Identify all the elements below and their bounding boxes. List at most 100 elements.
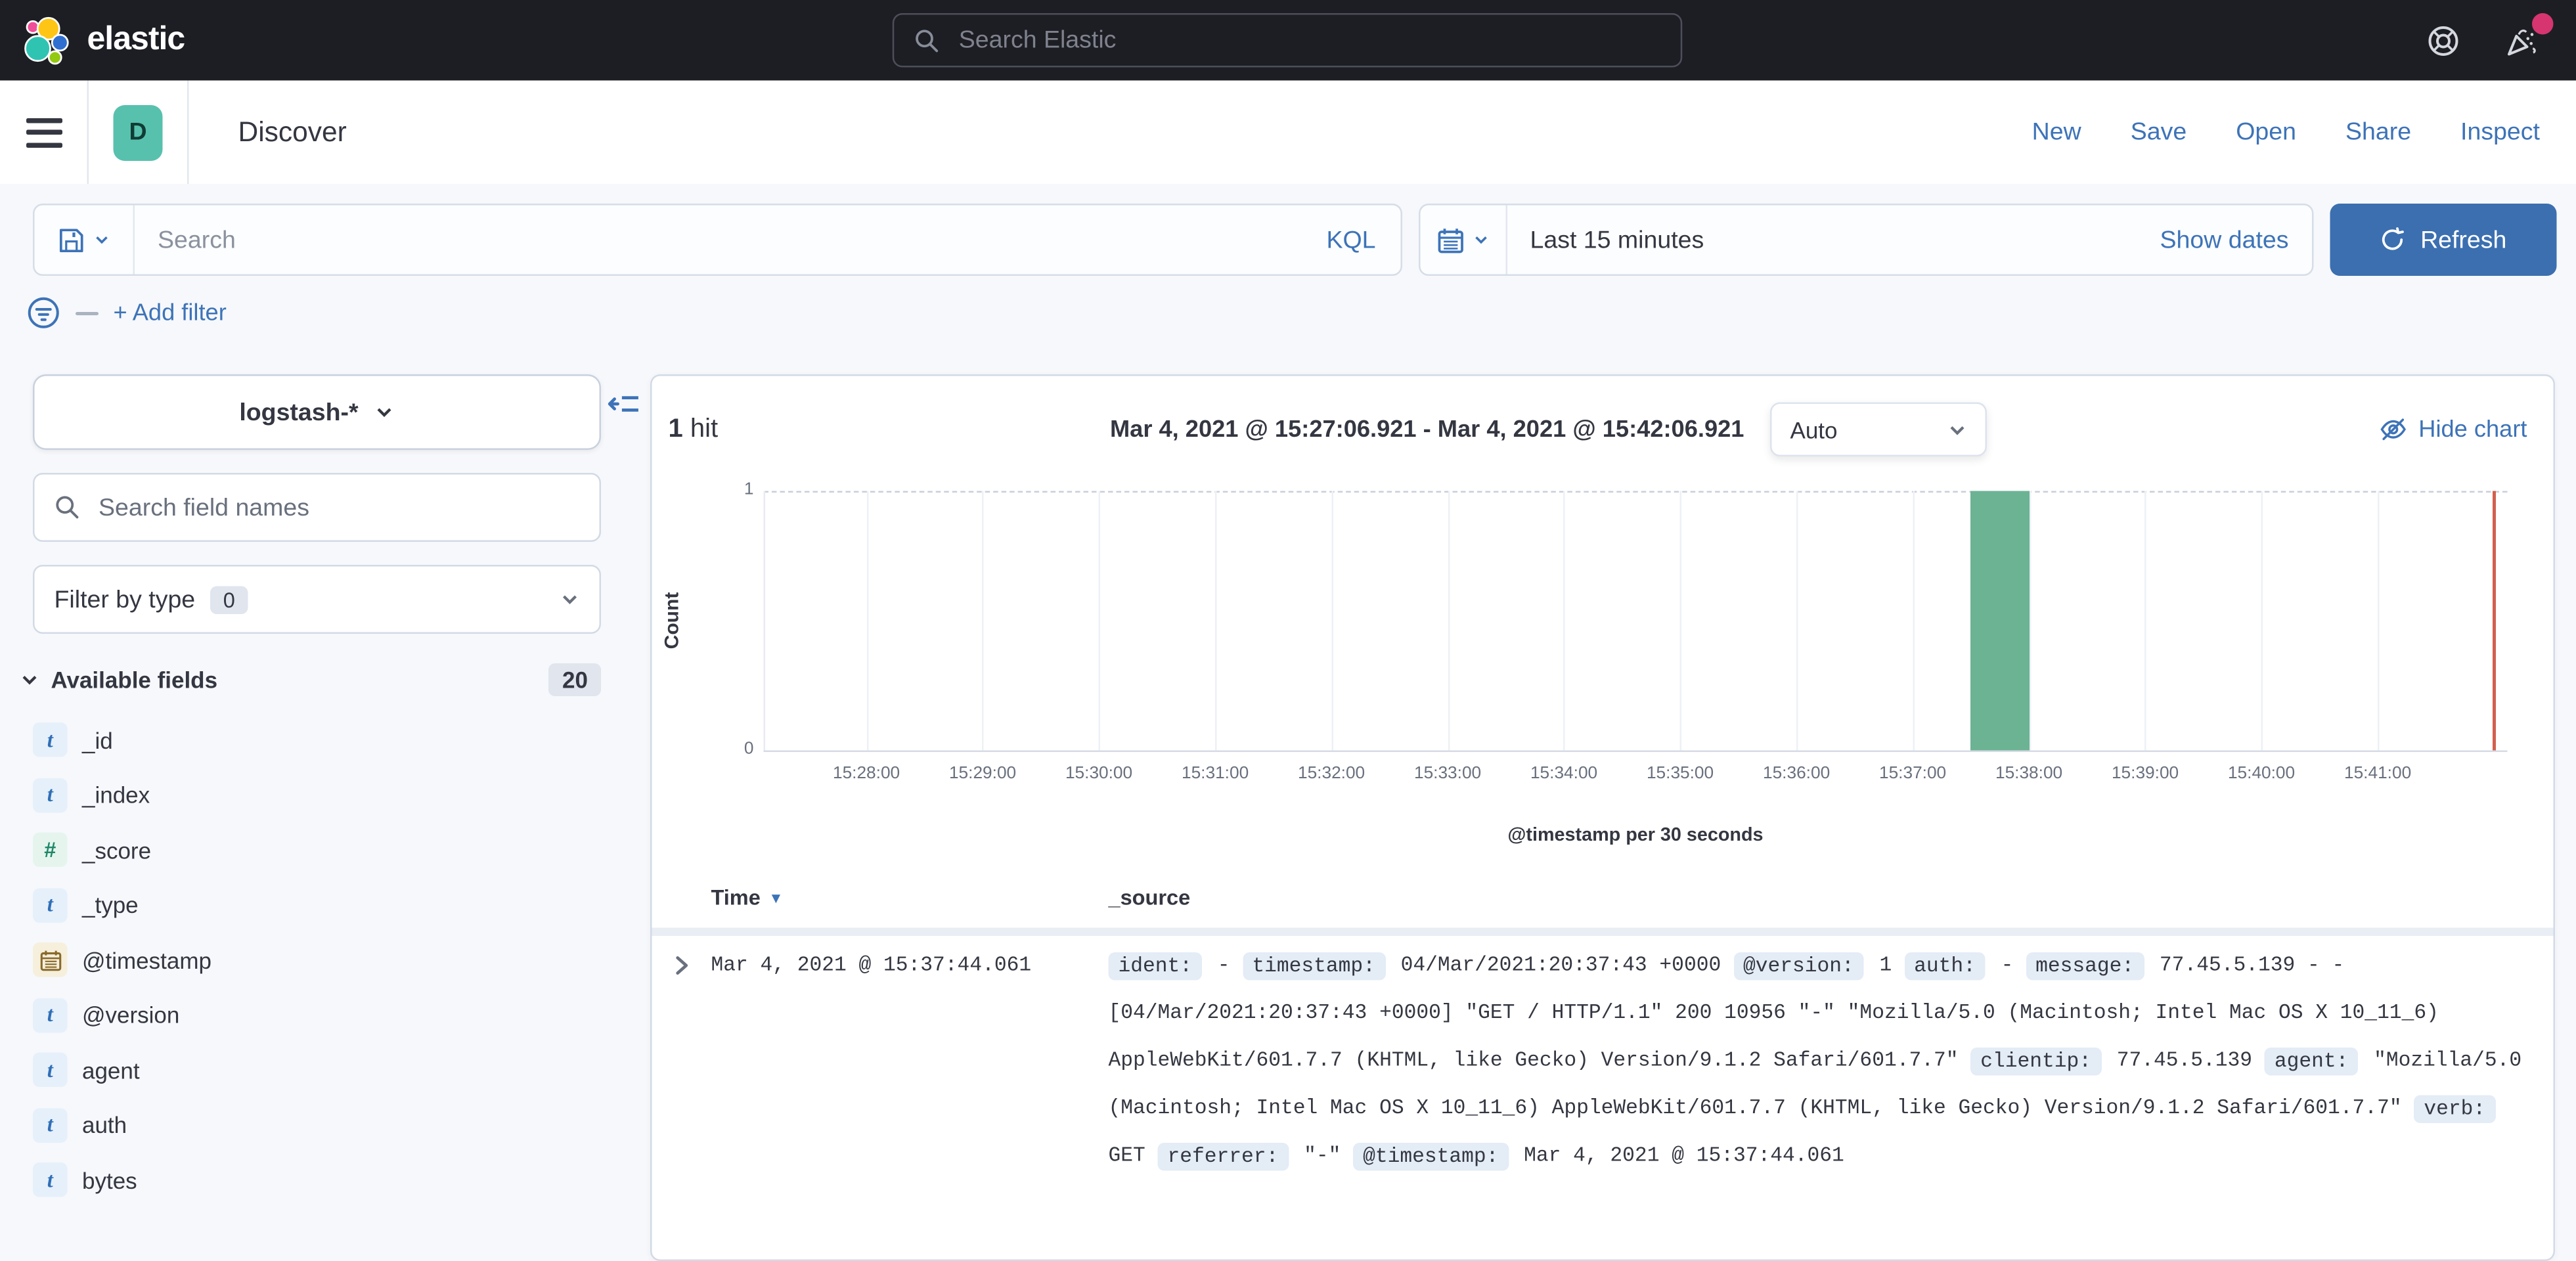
number-field-type-icon: # <box>33 833 68 868</box>
x-tick-label: 15:41:00 <box>2344 764 2411 784</box>
string-field-type-icon: t <box>33 1163 68 1198</box>
chevron-down-icon <box>1947 420 1967 439</box>
menu-icon[interactable] <box>26 118 62 147</box>
nav-action-save[interactable]: Save <box>2131 118 2187 146</box>
source-field-name: @version: <box>1733 952 1864 980</box>
search-icon <box>55 495 81 521</box>
filter-icon[interactable] <box>26 296 61 330</box>
field-list: t_idt_index#_scoret_type@timestampt@vers… <box>0 713 644 1208</box>
show-dates-button[interactable]: Show dates <box>2160 226 2312 254</box>
x-tick-label: 15:31:00 <box>1182 764 1249 784</box>
column-header-time[interactable]: Time ▼ <box>711 885 784 910</box>
available-fields-header[interactable]: Available fields 20 <box>20 663 601 696</box>
gridline <box>2261 491 2263 751</box>
newsfeed-icon[interactable] <box>2504 22 2540 58</box>
field-search-input[interactable] <box>95 492 580 523</box>
field-item-auth[interactable]: tauth <box>0 1097 644 1153</box>
field-name: @timestamp <box>82 947 211 973</box>
nav-action-open[interactable]: Open <box>2236 118 2296 146</box>
source-field-name: ident: <box>1109 952 1203 980</box>
chevron-down-icon <box>560 590 580 609</box>
global-search-box[interactable] <box>893 13 1683 68</box>
gridline <box>1331 491 1333 751</box>
index-pattern-switcher[interactable]: logstash-* <box>33 374 601 450</box>
hits-label: hit <box>690 414 718 443</box>
source-field-name: agent: <box>2265 1047 2359 1075</box>
field-item-_type[interactable]: t_type <box>0 877 644 933</box>
column-header-source: _source <box>1109 885 1191 910</box>
field-item-_index[interactable]: t_index <box>0 768 644 823</box>
date-quick-menu-button[interactable] <box>1420 206 1507 275</box>
sort-descending-icon: ▼ <box>768 889 783 906</box>
query-bar: KQL Last 15 minutes Show dates <box>0 184 2576 276</box>
field-item-bytes[interactable]: tbytes <box>0 1153 644 1208</box>
nav-action-new[interactable]: New <box>2032 118 2081 146</box>
x-tick-label: 15:36:00 <box>1763 764 1830 784</box>
gridline <box>1448 491 1450 751</box>
chevron-down-icon <box>20 670 39 690</box>
field-item-agent[interactable]: tagent <box>0 1043 644 1098</box>
field-name: _id <box>82 727 113 753</box>
chart-y-axis-title: Count <box>660 571 683 670</box>
x-axis-line <box>764 751 2508 753</box>
histogram-bar[interactable] <box>1971 491 2029 751</box>
source-field-name: @timestamp: <box>1353 1142 1508 1170</box>
x-tick-label: 15:38:00 <box>1995 764 2062 784</box>
field-item-_score[interactable]: #_score <box>0 823 644 878</box>
field-search-box[interactable] <box>33 473 601 542</box>
saved-query-menu-button[interactable] <box>35 206 135 275</box>
filter-bar: + Add filter <box>0 276 2576 343</box>
collapse-sidebar-icon[interactable] <box>608 387 640 429</box>
field-item-_id[interactable]: t _id <box>0 713 644 768</box>
gridline <box>2145 491 2147 751</box>
gridline-top <box>764 491 2508 493</box>
gridline <box>1680 491 1682 751</box>
elastic-logo[interactable]: elastic <box>0 16 185 65</box>
query-input-group: KQL <box>33 204 1402 276</box>
query-search-input[interactable] <box>135 224 1302 255</box>
y-tick-label: 1 <box>728 479 754 499</box>
elastic-wordmark: elastic <box>87 22 185 60</box>
field-item-@version[interactable]: t@version <box>0 988 644 1043</box>
add-filter-button[interactable]: + Add filter <box>114 299 227 326</box>
string-field-type-icon: t <box>33 723 68 758</box>
kibana-discover-app: elastic <box>0 0 2576 1206</box>
expand-row-button[interactable] <box>670 954 693 986</box>
field-item-@timestamp[interactable]: @timestamp <box>0 933 644 988</box>
field-name: _type <box>82 892 139 918</box>
notification-dot <box>2531 12 2553 34</box>
x-tick-label: 15:39:00 <box>2112 764 2179 784</box>
nav-action-share[interactable]: Share <box>2345 118 2411 146</box>
x-tick-label: 15:30:00 <box>1065 764 1132 784</box>
hide-chart-button[interactable]: Hide chart <box>2379 416 2527 444</box>
string-field-type-icon: t <box>33 1108 68 1143</box>
filter-by-type-dropdown[interactable]: Filter by type 0 <box>33 565 601 634</box>
gridline <box>1796 491 1798 751</box>
chevron-down-icon <box>94 232 110 248</box>
search-icon <box>914 27 941 53</box>
refresh-button[interactable]: Refresh <box>2330 204 2556 276</box>
hits-count: 1 <box>669 414 683 443</box>
available-fields-label: Available fields <box>51 667 218 693</box>
hide-chart-label: Hide chart <box>2418 416 2527 443</box>
discover-app-badge: D <box>114 104 163 160</box>
x-tick-label: 15:32:00 <box>1298 764 1365 784</box>
x-tick-label: 15:37:00 <box>1879 764 1946 784</box>
global-search-input[interactable] <box>956 25 1662 56</box>
time-range-display: Mar 4, 2021 @ 15:27:06.921 - Mar 4, 2021… <box>1110 416 1744 443</box>
nav-action-inspect[interactable]: Inspect <box>2460 118 2540 146</box>
gridline <box>1099 491 1101 751</box>
query-language-button[interactable]: KQL <box>1302 226 1400 254</box>
eye-closed-icon <box>2379 416 2407 444</box>
help-icon[interactable] <box>2425 22 2461 58</box>
x-tick-label: 15:33:00 <box>1414 764 1481 784</box>
refresh-icon <box>2380 227 2406 253</box>
filter-dash <box>76 311 99 315</box>
time-range-value[interactable]: Last 15 minutes <box>1507 226 1704 254</box>
source-field-name: timestamp: <box>1242 952 1385 980</box>
index-pattern-name: logstash-* <box>239 398 358 426</box>
x-tick-label: 15:35:00 <box>1647 764 1714 784</box>
source-field-name: clientip: <box>1970 1047 2101 1075</box>
interval-select[interactable]: Auto <box>1770 403 1987 457</box>
elastic-logo-icon <box>23 16 72 65</box>
